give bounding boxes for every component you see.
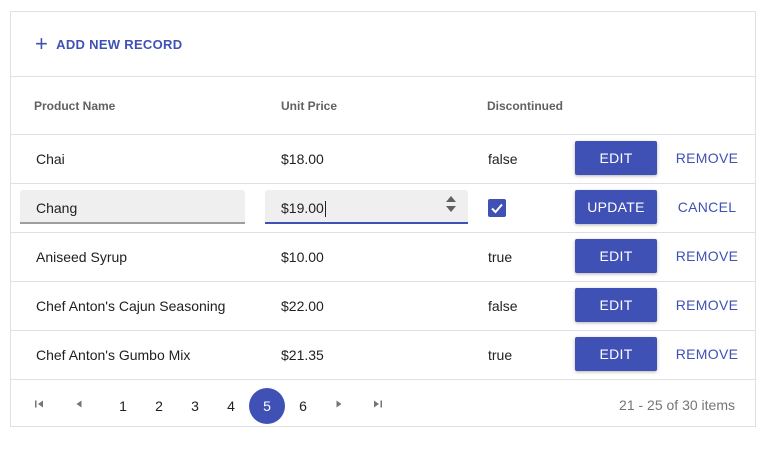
checkmark-icon bbox=[491, 203, 503, 214]
product-name-cell: Chef Anton's Cajun Seasoning bbox=[36, 298, 226, 314]
numeric-spinner[interactable] bbox=[446, 196, 456, 212]
page-button-5-current[interactable]: 5 bbox=[249, 388, 285, 424]
grid-toolbar: + ADD NEW RECORD bbox=[11, 12, 755, 77]
product-name-cell: Aniseed Syrup bbox=[36, 249, 128, 265]
page-button-1[interactable]: 1 bbox=[105, 388, 141, 424]
table-row: Chai $18.00 false EDIT REMOVE bbox=[11, 135, 755, 184]
unit-price-cell: $22.00 bbox=[281, 298, 324, 314]
edit-button[interactable]: EDIT bbox=[575, 288, 657, 322]
discontinued-cell: true bbox=[488, 347, 513, 363]
edit-button[interactable]: EDIT bbox=[575, 141, 657, 175]
remove-button[interactable]: REMOVE bbox=[671, 141, 743, 175]
grid-header: Product Name Unit Price Discontinued bbox=[11, 77, 755, 135]
table-row-editing: Chang $19.00 UPDATE CANCEL bbox=[11, 184, 755, 233]
first-page-icon[interactable] bbox=[31, 396, 47, 412]
add-new-record-button[interactable]: + ADD NEW RECORD bbox=[35, 33, 182, 55]
table-row: Aniseed Syrup $10.00 true EDIT REMOVE bbox=[11, 233, 755, 282]
page-button-2[interactable]: 2 bbox=[141, 388, 177, 424]
unit-price-cell: $18.00 bbox=[281, 151, 324, 167]
product-name-input-value: Chang bbox=[36, 200, 78, 216]
discontinued-cell: false bbox=[488, 151, 518, 167]
next-page-icon[interactable] bbox=[331, 396, 347, 412]
decrease-arrow-icon[interactable] bbox=[446, 206, 456, 212]
table-row: Chef Anton's Gumbo Mix $21.35 true EDIT … bbox=[11, 331, 755, 380]
discontinued-cell: true bbox=[488, 249, 513, 265]
remove-button[interactable]: REMOVE bbox=[671, 288, 743, 322]
unit-price-input-value: $19.00 bbox=[281, 200, 324, 216]
page-button-6[interactable]: 6 bbox=[285, 388, 321, 424]
edit-button[interactable]: EDIT bbox=[575, 337, 657, 371]
product-name-input[interactable]: Chang bbox=[20, 190, 245, 224]
increase-arrow-icon[interactable] bbox=[446, 196, 456, 202]
text-caret bbox=[324, 201, 326, 218]
column-header-discontinued[interactable]: Discontinued bbox=[487, 99, 563, 113]
prev-page-icon[interactable] bbox=[71, 396, 87, 412]
pager: 1 2 3 4 5 6 21 - 25 of 30 items bbox=[11, 380, 755, 428]
unit-price-cell: $21.35 bbox=[281, 347, 324, 363]
unit-price-cell: $10.00 bbox=[281, 249, 324, 265]
plus-icon: + bbox=[35, 31, 49, 56]
page-button-3[interactable]: 3 bbox=[177, 388, 213, 424]
table-row: Chef Anton's Cajun Seasoning $22.00 fals… bbox=[11, 282, 755, 331]
data-grid: + ADD NEW RECORD Product Name Unit Price… bbox=[10, 11, 756, 427]
remove-button[interactable]: REMOVE bbox=[671, 337, 743, 371]
edit-button[interactable]: EDIT bbox=[575, 239, 657, 273]
discontinued-cell: false bbox=[488, 298, 518, 314]
pager-info: 21 - 25 of 30 items bbox=[619, 397, 735, 413]
update-button[interactable]: UPDATE bbox=[575, 190, 657, 224]
product-name-cell: Chef Anton's Gumbo Mix bbox=[36, 347, 191, 363]
column-header-unit-price[interactable]: Unit Price bbox=[281, 99, 337, 113]
column-header-product-name[interactable]: Product Name bbox=[34, 99, 115, 113]
add-new-record-label: ADD NEW RECORD bbox=[56, 36, 183, 52]
remove-button[interactable]: REMOVE bbox=[671, 239, 743, 273]
unit-price-input[interactable]: $19.00 bbox=[265, 190, 468, 224]
page-button-4[interactable]: 4 bbox=[213, 388, 249, 424]
discontinued-checkbox[interactable] bbox=[488, 199, 506, 217]
product-name-cell: Chai bbox=[36, 151, 65, 167]
last-page-icon[interactable] bbox=[370, 396, 386, 412]
cancel-button[interactable]: CANCEL bbox=[671, 190, 743, 224]
